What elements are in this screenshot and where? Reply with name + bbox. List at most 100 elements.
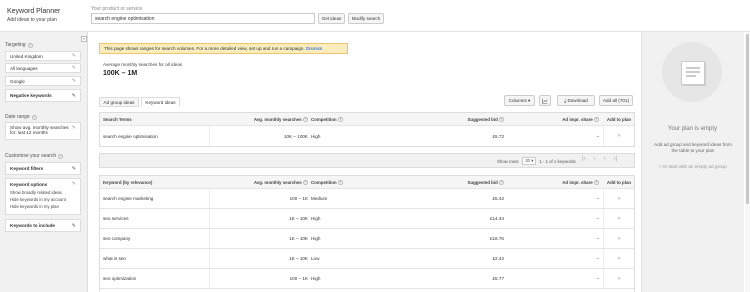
col-header-avg-monthly[interactable]: Avg. monthly searches ? xyxy=(212,113,308,125)
add-to-plan-icon[interactable]: » xyxy=(606,269,632,288)
search-terms-table: Search Terms Avg. monthly searches ? Com… xyxy=(99,112,635,147)
start-empty-ad-group-link[interactable]: + Or start with an empty ad group xyxy=(641,164,744,169)
impr-share-cell: – xyxy=(596,236,599,241)
targeting-language[interactable]: All languages ✎ xyxy=(5,63,81,73)
plan-empty-desc: Add ad group and keyword ideas from the … xyxy=(654,142,732,153)
impr-share-cell: – xyxy=(596,256,599,261)
keyword-cell: seo optimization xyxy=(103,276,137,281)
first-page-icon[interactable]: |‹ xyxy=(582,156,586,162)
download-button[interactable]: ⤓ Download xyxy=(557,95,595,106)
download-icon: ⤓ xyxy=(564,98,567,103)
help-icon[interactable]: ? xyxy=(58,153,64,159)
col-header-competition[interactable]: Competition ? xyxy=(311,176,343,188)
pencil-icon[interactable]: ✎ xyxy=(72,53,76,59)
table-row: seo services 1K – 10K High £14.44 – » xyxy=(100,209,634,229)
customise-title-label: Customise your search xyxy=(5,153,57,159)
date-range-title-label: Date range xyxy=(5,114,30,120)
table-row: seo company 1K – 10K High £16.76 – » xyxy=(100,229,634,249)
impr-share-cell: – xyxy=(596,276,599,281)
keyword-options[interactable]: Keyword options Show broadly related ide… xyxy=(5,178,81,215)
help-icon[interactable]: ? xyxy=(303,179,308,185)
help-icon[interactable]: ? xyxy=(31,114,37,120)
help-icon[interactable]: ? xyxy=(594,116,599,122)
help-icon[interactable]: ? xyxy=(303,116,308,122)
help-icon[interactable]: ? xyxy=(594,179,599,185)
pencil-icon[interactable]: ✎ xyxy=(72,166,76,172)
bid-cell: £5.77 xyxy=(492,276,505,281)
last-page-icon[interactable]: ›| xyxy=(614,156,618,162)
modify-search-button[interactable]: Modify search xyxy=(348,13,384,24)
targeting-network[interactable]: Google ✎ xyxy=(5,76,81,86)
add-to-plan-icon[interactable]: » xyxy=(606,126,632,146)
help-icon[interactable]: ? xyxy=(337,179,343,185)
help-icon[interactable]: ? xyxy=(499,116,504,122)
col-header-ad-impr-share[interactable]: Ad impr. share ? xyxy=(515,176,599,188)
next-page-icon[interactable]: › xyxy=(604,156,606,162)
keywords-to-include-label: Keywords to include xyxy=(10,223,55,228)
tab-ad-group-ideas[interactable]: Ad group ideas xyxy=(99,97,139,107)
dismiss-link[interactable]: Dismiss xyxy=(306,46,322,51)
keyword-cell: search engine marketing xyxy=(103,196,154,201)
add-to-plan-icon[interactable]: » xyxy=(606,249,632,268)
pencil-icon[interactable]: ✎ xyxy=(72,65,76,71)
col-header-suggested-bid[interactable]: Suggested bid ? xyxy=(430,113,504,125)
negative-keywords-label: Negative keywords xyxy=(10,93,52,98)
download-label: Download xyxy=(567,98,588,103)
avg-searches-value: 100K – 1M xyxy=(103,70,138,77)
targeting-language-label: All languages xyxy=(10,65,38,71)
collapse-sidebar-icon[interactable]: « xyxy=(81,36,87,42)
targeting-network-label: Google xyxy=(10,78,25,84)
help-icon[interactable]: ? xyxy=(27,42,33,48)
bid-cell: £5.72 xyxy=(492,133,505,139)
keyword-cell: search engine optimisation xyxy=(103,133,158,139)
keyword-filters[interactable]: Keyword filters ✎ xyxy=(5,162,81,175)
pencil-icon[interactable]: ✎ xyxy=(72,125,76,131)
add-to-plan-icon[interactable]: » xyxy=(606,209,632,228)
pencil-icon[interactable]: ✎ xyxy=(72,78,76,84)
add-to-plan-icon[interactable]: » xyxy=(606,189,632,208)
keyword-cell: seo services xyxy=(103,216,129,221)
negative-keywords[interactable]: Negative keywords ✎ xyxy=(5,89,81,102)
col-header-add-to-plan: Add to plan xyxy=(606,116,632,122)
competition-cell: High xyxy=(311,216,321,221)
keyword-option-item: Hide keywords in my account xyxy=(10,197,66,202)
col-header-competition[interactable]: Competition ? xyxy=(311,113,343,125)
notice-banner: This page shows ranges for search volume… xyxy=(99,43,348,54)
col-header-suggested-bid[interactable]: Suggested bid ? xyxy=(430,176,504,188)
add-to-plan-icon[interactable]: » xyxy=(606,229,632,248)
prev-page-icon[interactable]: ‹ xyxy=(594,156,596,162)
keyword-option-item: Hide keywords in my plan xyxy=(10,204,59,209)
help-icon[interactable]: ? xyxy=(499,179,504,185)
date-range-text-2: for: last 12 months xyxy=(10,130,48,135)
targeting-title-label: Targeting xyxy=(5,42,26,48)
product-search-input[interactable]: search engine optimisation xyxy=(91,13,315,24)
targeting-location[interactable]: United Kingdom ✎ xyxy=(5,51,81,61)
searches-cell: 1K – 10K xyxy=(289,236,308,241)
scrollbar-thumb[interactable] xyxy=(746,34,749,204)
date-range-card[interactable]: Show avg. monthly searches for: last 12 … xyxy=(5,122,81,140)
notice-text: This page shows ranges for search volume… xyxy=(104,46,305,51)
col-header-avg-monthly[interactable]: Avg. monthly searches ? xyxy=(212,176,308,188)
competition-cell: High xyxy=(311,133,321,139)
help-icon[interactable]: ? xyxy=(337,116,343,122)
tab-keyword-ideas[interactable]: Keyword ideas xyxy=(141,97,180,107)
pencil-icon[interactable]: ✎ xyxy=(72,181,76,187)
bid-cell: £14.44 xyxy=(489,216,504,221)
rows-per-page-select[interactable]: 30 ▾ xyxy=(522,157,537,165)
keywords-to-include[interactable]: Keywords to include ✎ xyxy=(5,219,81,232)
table-header-row: Search Terms Avg. monthly searches ? Com… xyxy=(100,113,634,126)
columns-label: Columns xyxy=(508,98,527,103)
col-header-keyword[interactable]: Keyword (by relevance) xyxy=(103,176,152,188)
chart-icon[interactable] xyxy=(539,95,551,106)
searches-cell: 100 – 1K xyxy=(289,196,308,201)
col-header-search-terms[interactable]: Search Terms xyxy=(103,113,132,125)
pager-bar: Show rows: 30 ▾ 1 - 1 of 1 keywords |‹ ‹… xyxy=(99,153,635,168)
get-ideas-button[interactable]: Get ideas xyxy=(318,13,345,24)
col-header-ad-impr-share[interactable]: Ad impr. share ? xyxy=(515,113,599,125)
page-range: 1 - 1 of 1 keywords xyxy=(539,158,576,164)
plan-empty-title: Your plan is empty xyxy=(667,126,718,132)
add-all-button[interactable]: Add all (701) xyxy=(599,95,633,106)
columns-button[interactable]: Columns ▾ xyxy=(504,95,535,106)
pencil-icon[interactable]: ✎ xyxy=(72,93,76,99)
pencil-icon[interactable]: ✎ xyxy=(72,223,76,229)
